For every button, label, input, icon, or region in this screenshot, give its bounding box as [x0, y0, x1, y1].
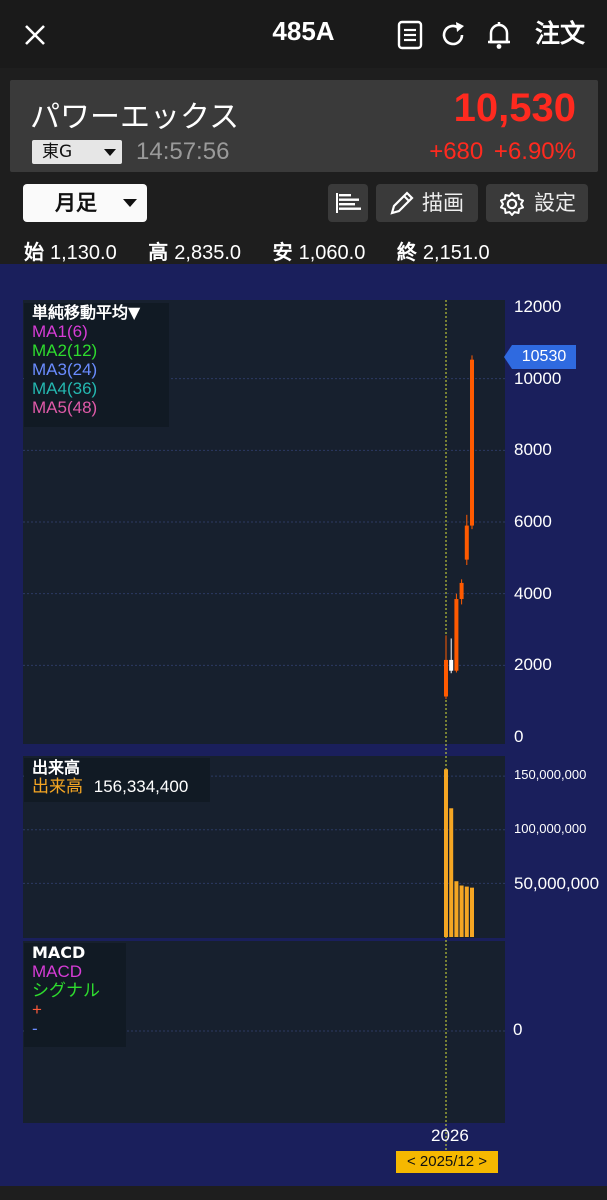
volume-tick-label: 100,000,000	[514, 820, 587, 836]
settings-button[interactable]: 設定	[486, 184, 588, 222]
volume-legend-row: 出来高 156,334,400	[32, 777, 210, 796]
bar-list-icon	[336, 193, 361, 213]
stock-header: パワーエックス 10,530 東G 14:57:56 +680 +6.90%	[10, 80, 598, 172]
draw-label: 描画	[422, 191, 464, 215]
close-icon[interactable]	[18, 18, 52, 52]
ma-legend-items: MA1(6) MA2(12) MA3(24) MA4(36) MA5(48)	[32, 322, 169, 417]
macd-legend: MACD MACD シグナル + -	[24, 943, 126, 1047]
market-select[interactable]: 東G	[32, 140, 122, 164]
price-tick-label: 10000	[514, 368, 562, 388]
ma-legend-item: MA4(36)	[32, 379, 98, 398]
volume-bar	[459, 885, 464, 937]
open-label: 始	[24, 240, 44, 264]
macd-legend-item: MACD	[32, 962, 83, 981]
macd-legend-item: -	[32, 1019, 38, 1038]
ma-legend-item: MA1(6)	[32, 322, 88, 341]
candle-body	[464, 525, 469, 560]
price-tick-label: 2000	[514, 655, 552, 675]
candle-body	[444, 659, 448, 697]
volume-legend-title: 出来高	[32, 758, 81, 777]
chevron-down-icon	[123, 199, 137, 207]
top-bar: 485A 注文	[0, 0, 607, 68]
current-price: 10,530	[453, 86, 576, 130]
ohlc-high: 高 2,835.0	[148, 236, 241, 265]
low-value: 1,060.0	[298, 242, 366, 264]
price-tick-label: 0	[514, 727, 524, 746]
ticker-code: 485A	[272, 16, 335, 46]
ohlc-close: 終 2,151.0	[397, 236, 490, 265]
pencil-icon	[390, 191, 414, 215]
macd-zero-tick: 0	[513, 1020, 523, 1039]
last-price-marker: 10530	[504, 345, 576, 369]
period-select[interactable]: 月足	[23, 184, 147, 222]
price-tick-label: 4000	[514, 583, 552, 603]
gear-icon	[500, 192, 524, 216]
market-value: 東G	[42, 142, 73, 162]
close-value: 2,151.0	[422, 242, 490, 264]
candle-body	[449, 659, 454, 671]
draw-button[interactable]: 描画	[376, 184, 478, 222]
high-value: 2,835.0	[174, 242, 242, 264]
quote-time: 14:57:56	[136, 138, 230, 165]
chevron-down-icon	[104, 149, 116, 156]
high-label: 高	[148, 240, 169, 264]
volume-legend: 出来高 出来高 156,334,400	[24, 758, 210, 802]
ohlc-row: 始 1,130.0 高 2,835.0 安 1,060.0 終 2,151.0	[24, 236, 516, 265]
close-label: 終	[396, 240, 417, 264]
bell-icon[interactable]	[483, 18, 515, 52]
macd-legend-item: +	[32, 1000, 42, 1019]
low-label: 安	[272, 240, 293, 264]
volume-bar	[464, 886, 469, 937]
macd-legend-item: シグナル	[32, 981, 100, 1000]
volume-bar	[470, 887, 474, 937]
ma-legend-item: MA2(12)	[32, 341, 98, 360]
period-value: 月足	[55, 191, 97, 215]
ohlc-low: 安 1,060.0	[273, 236, 366, 265]
order-button[interactable]: 注文	[535, 14, 585, 50]
macd-legend-title: MACD	[32, 943, 86, 962]
price-tick-label: 12000	[514, 297, 562, 316]
volume-bar	[449, 808, 454, 937]
settings-label: 設定	[534, 191, 576, 215]
price-tick-label: 8000	[514, 440, 552, 460]
volume-tick-label: 150,000,000	[514, 767, 587, 783]
volume-legend-label: 出来高	[32, 777, 83, 796]
volume-profile-button[interactable]	[328, 184, 368, 222]
volume-bar	[454, 881, 459, 937]
change-percent: +6.90%	[493, 138, 576, 165]
open-value: 1,130.0	[50, 242, 117, 264]
volume-tick-label: 50,000,000	[514, 874, 600, 894]
ma-legend-item: MA3(24)	[32, 360, 98, 379]
volume-legend-value: 156,334,400	[93, 777, 189, 796]
ma-legend[interactable]: 単純移動平均▼ MA1(6) MA2(12) MA3(24) MA4(36) MA5(4…	[24, 303, 169, 427]
candle-body	[470, 359, 474, 526]
document-icon[interactable]	[394, 18, 426, 52]
cursor-date-tag[interactable]: < 2025/12 >	[396, 1151, 498, 1173]
volume-bar	[444, 769, 448, 937]
price-change: +680 +6.90%	[429, 138, 576, 166]
refresh-icon[interactable]	[437, 18, 469, 52]
ohlc-open: 始 1,130.0	[24, 236, 117, 265]
stock-name: パワーエックス	[30, 100, 240, 135]
macd-legend-items: MACD シグナル + -	[32, 962, 126, 1038]
x-axis-year-label: 2026	[431, 1126, 469, 1145]
candle-body	[454, 599, 459, 671]
change-value: +680	[429, 138, 484, 165]
candle-body	[459, 582, 464, 600]
stock-chart-screen: 485A 注文 パワーエックス 10,530 東G 14:57:56 +680	[0, 0, 607, 1200]
price-tick-label: 6000	[514, 512, 552, 531]
ma-legend-item: MA5(48)	[32, 398, 98, 417]
ma-legend-title[interactable]: 単純移動平均▼	[32, 303, 169, 322]
